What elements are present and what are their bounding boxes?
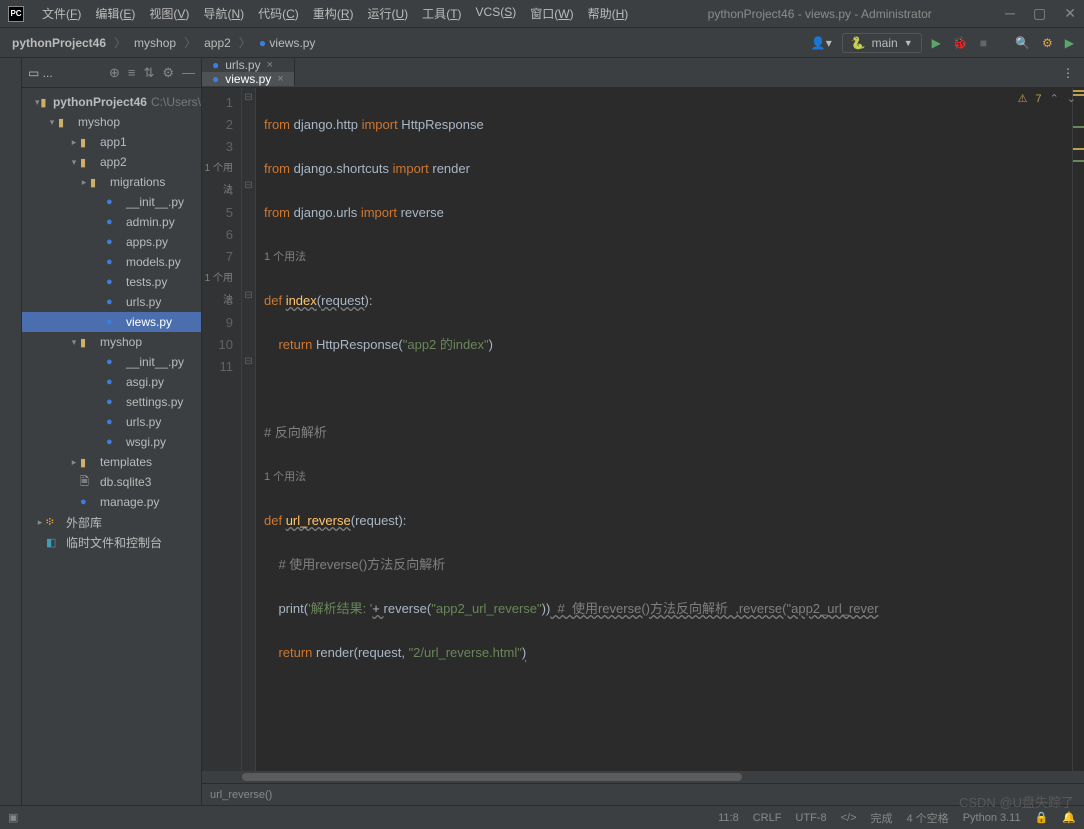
titlebar: PC 文件(F) 编辑(E) 视图(V) 导航(N) 代码(C) 重构(R) 运… <box>0 0 1084 28</box>
fold-gutter[interactable]: ⊟⊟⊟⊟ <box>242 88 256 771</box>
status-indent[interactable]: 4 个空格 <box>907 810 949 826</box>
breadcrumb-myshop[interactable]: myshop <box>130 34 180 52</box>
tabs-more-icon[interactable]: ⋮ <box>1052 58 1084 87</box>
menu-code[interactable]: 代码(C) <box>252 3 305 24</box>
status-readonly-icon[interactable]: 🔒 <box>1035 811 1049 824</box>
tree-item-myshop[interactable]: ▾▮myshop <box>22 332 201 352</box>
ide-update-icon[interactable]: ▶ <box>1063 34 1076 52</box>
editor-tab-views-py[interactable]: ●views.py× <box>202 72 295 86</box>
maximize-button[interactable]: ▢ <box>1033 5 1046 22</box>
menu-view[interactable]: 视图(V) <box>143 3 195 24</box>
warning-count[interactable]: 7 <box>1035 93 1041 105</box>
warning-icon[interactable]: ⚠ <box>1018 92 1028 105</box>
code-editor[interactable]: 1231 个用法45671 个用法891011 ⊟⊟⊟⊟ from django… <box>202 88 1084 771</box>
stop-button[interactable]: ■ <box>978 34 989 52</box>
tree-item-wsgi-py[interactable]: ●wsgi.py <box>22 432 201 452</box>
tree-item-templates[interactable]: ▸▮templates <box>22 452 201 472</box>
menu-navigate[interactable]: 导航(N) <box>197 3 250 24</box>
menu-vcs[interactable]: VCS(S) <box>470 3 523 24</box>
status-done[interactable]: 完成 <box>871 810 893 826</box>
close-button[interactable]: ✕ <box>1064 5 1076 22</box>
tree-scratches[interactable]: ◧临时文件和控制台 <box>22 532 201 552</box>
tree-item-admin-py[interactable]: ●admin.py <box>22 212 201 232</box>
minimize-button[interactable]: ─ <box>1005 5 1015 22</box>
menu-run[interactable]: 运行(U) <box>361 3 414 24</box>
tool-window-quick-access-icon[interactable]: ▣ <box>8 811 18 824</box>
project-tree: ▾▮pythonProject46C:\Users\ ▾▮myshop▸▮app… <box>22 88 201 805</box>
settings-icon[interactable]: ⚙ <box>1040 34 1055 52</box>
tree-item-migrations[interactable]: ▸▮migrations <box>22 172 201 192</box>
code-body[interactable]: from django.http import HttpResponse fro… <box>256 88 1072 771</box>
settings-gear-icon[interactable]: ⚙ <box>162 65 174 81</box>
status-notifications-icon[interactable]: 🔔 <box>1062 811 1076 824</box>
run-button[interactable]: ▶ <box>930 34 943 52</box>
watermark: CSDN @U盘失踪了 <box>959 792 1074 811</box>
tree-item-models-py[interactable]: ●models.py <box>22 252 201 272</box>
status-bar: ▣ 11:8 CRLF UTF-8 </> 完成 4 个空格 Python 3.… <box>0 805 1084 829</box>
left-tool-strip[interactable] <box>0 58 22 805</box>
menu-window[interactable]: 窗口(W) <box>524 3 579 24</box>
horizontal-scrollbar[interactable] <box>202 771 1084 783</box>
tree-item-tests-py[interactable]: ●tests.py <box>22 272 201 292</box>
tree-item-app1[interactable]: ▸▮app1 <box>22 132 201 152</box>
breadcrumb-app2[interactable]: app2 <box>200 34 235 52</box>
project-tool-window: ▭ ... ⊕ ≡ ⇅ ⚙ — ▾▮pythonProject46C:\User… <box>22 58 202 805</box>
menu-file[interactable]: 文件(F) <box>36 3 87 24</box>
user-icon[interactable]: 👤▾ <box>809 34 834 52</box>
git-branch-selector[interactable]: 🐍 main ▼ <box>842 33 922 53</box>
tree-item-apps-py[interactable]: ●apps.py <box>22 232 201 252</box>
line-gutter[interactable]: 1231 个用法45671 个用法891011 <box>202 88 242 771</box>
tree-item-settings-py[interactable]: ●settings.py <box>22 392 201 412</box>
tree-item-urls-py[interactable]: ●urls.py <box>22 292 201 312</box>
menu-tools[interactable]: 工具(T) <box>416 3 467 24</box>
main-menu: 文件(F) 编辑(E) 视图(V) 导航(N) 代码(C) 重构(R) 运行(U… <box>36 3 634 24</box>
tree-external-libs[interactable]: ▸፨外部库 <box>22 512 201 532</box>
menu-help[interactable]: 帮助(H) <box>582 3 635 24</box>
menu-edit[interactable]: 编辑(E) <box>89 3 141 24</box>
tree-item-__init__-py[interactable]: ●__init__.py <box>22 352 201 372</box>
tree-item-app2[interactable]: ▾▮app2 <box>22 152 201 172</box>
close-tab-icon[interactable]: × <box>267 59 273 71</box>
python-icon: 🐍 <box>851 36 866 50</box>
project-view-icon[interactable]: ▭ ... <box>28 66 53 80</box>
tree-item-__init__-py[interactable]: ●__init__.py <box>22 192 201 212</box>
tree-item-myshop[interactable]: ▾▮myshop <box>22 112 201 132</box>
function-breadcrumb[interactable]: url_reverse() <box>202 783 1084 805</box>
error-stripe[interactable] <box>1072 88 1084 771</box>
status-git-icon[interactable]: </> <box>841 812 857 824</box>
collapse-all-icon[interactable]: ⇅ <box>143 65 154 81</box>
python-file-icon: ● <box>212 58 219 72</box>
status-line-col[interactable]: 11:8 <box>718 812 739 824</box>
next-highlight-icon[interactable]: ⌄ <box>1067 92 1076 105</box>
status-python[interactable]: Python 3.11 <box>963 812 1021 824</box>
editor-tabs: ●urls.py×●views.py× ⋮ <box>202 58 1084 88</box>
pycharm-logo-icon: PC <box>8 6 24 22</box>
breadcrumb-project[interactable]: pythonProject46 <box>8 34 110 52</box>
prev-highlight-icon[interactable]: ⌃ <box>1050 92 1059 105</box>
python-file-icon: ● <box>212 72 219 86</box>
editor-tab-urls-py[interactable]: ●urls.py× <box>202 58 295 72</box>
status-line-sep[interactable]: CRLF <box>753 812 782 824</box>
locate-icon[interactable]: ⊕ <box>109 65 120 81</box>
window-title: pythonProject46 - views.py - Administrat… <box>634 7 1005 21</box>
chevron-down-icon: ▼ <box>904 38 913 48</box>
breadcrumb-file[interactable]: ● views.py <box>255 34 320 52</box>
tree-item-db-sqlite3[interactable]: 🗎db.sqlite3 <box>22 472 201 492</box>
tree-root[interactable]: ▾▮pythonProject46C:\Users\ <box>22 92 201 112</box>
search-everywhere-icon[interactable]: 🔍 <box>1013 34 1032 52</box>
debug-button[interactable]: 🐞 <box>951 34 970 52</box>
expand-all-icon[interactable]: ≡ <box>128 65 136 80</box>
tree-item-views-py[interactable]: ●views.py <box>22 312 201 332</box>
editor-area: ●urls.py×●views.py× ⋮ 1231 个用法45671 个用法8… <box>202 58 1084 805</box>
tree-item-asgi-py[interactable]: ●asgi.py <box>22 372 201 392</box>
tree-item-manage-py[interactable]: ●manage.py <box>22 492 201 512</box>
close-tab-icon[interactable]: × <box>277 73 283 85</box>
tree-item-urls-py[interactable]: ●urls.py <box>22 412 201 432</box>
menu-refactor[interactable]: 重构(R) <box>307 3 360 24</box>
navigation-bar: pythonProject46〉 myshop〉 app2〉 ● views.p… <box>0 28 1084 58</box>
status-encoding[interactable]: UTF-8 <box>795 812 826 824</box>
hide-icon[interactable]: — <box>182 65 195 80</box>
